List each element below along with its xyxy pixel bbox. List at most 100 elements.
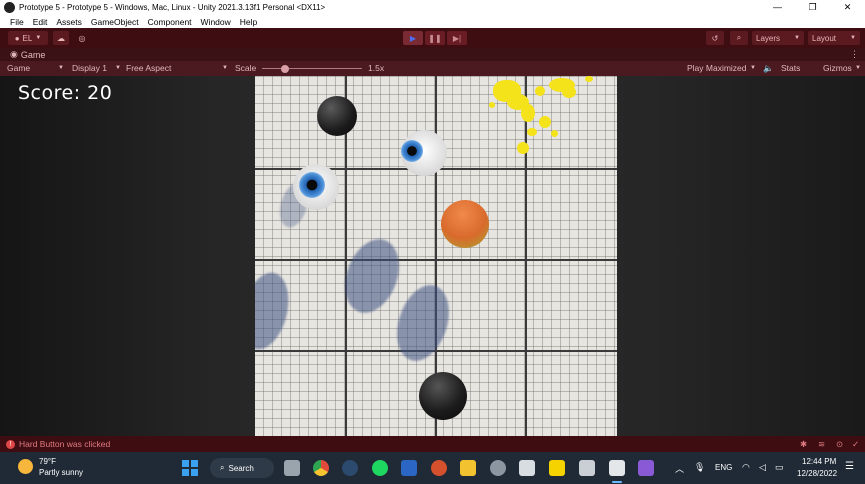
unity-editor-icon[interactable] — [609, 460, 625, 476]
start-button[interactable] — [182, 460, 198, 476]
file-explorer-icon[interactable] — [460, 460, 476, 476]
menu-assets[interactable]: Assets — [56, 17, 82, 27]
ball-shadow — [255, 267, 296, 355]
visual-studio-icon[interactable] — [638, 460, 654, 476]
eyeball-target — [293, 164, 339, 210]
menu-file[interactable]: File — [10, 17, 24, 27]
chrome-icon[interactable] — [313, 460, 329, 476]
info-icon: ! — [6, 439, 15, 449]
wifi-icon[interactable]: ◠ — [742, 462, 750, 473]
menu-edit[interactable]: Edit — [33, 17, 48, 27]
orange-ball — [441, 200, 489, 248]
play-maximized-dropdown[interactable]: Play Maximized — [687, 63, 747, 73]
account-dropdown[interactable]: ● EL ▼ — [8, 31, 48, 45]
notification-icon[interactable]: ✓ — [852, 439, 859, 450]
progress-icon[interactable]: ⊙ — [836, 439, 843, 450]
weather-desc: Partly sunny — [39, 468, 84, 477]
chevron-down-icon: ▼ — [115, 65, 121, 71]
search-label: Search — [228, 463, 254, 473]
spotify-icon[interactable] — [372, 460, 388, 476]
bug-icon[interactable]: ✱ — [800, 439, 807, 450]
mute-audio-icon[interactable]: 🔈 — [763, 63, 774, 74]
chevron-up-icon[interactable]: ︿ — [675, 462, 684, 475]
windows-logo-icon — [182, 460, 189, 467]
game-tab[interactable]: ◉ Game ⋮ — [0, 48, 865, 61]
console-status-bar[interactable]: ! Hard Button was clicked ✱ ≋ ⊙ ✓ — [0, 436, 865, 452]
powerpoint-icon[interactable] — [431, 460, 447, 476]
menu-component[interactable]: Component — [148, 17, 192, 27]
aspect-dropdown[interactable]: Free Aspect — [126, 63, 171, 73]
game-board[interactable] — [255, 76, 617, 436]
unity-hub-icon[interactable] — [579, 460, 595, 476]
weather-widget[interactable]: 79°F Partly sunny — [18, 457, 108, 479]
clock-date[interactable]: 12/28/2022 — [797, 469, 837, 478]
menu-bar: File Edit Assets GameObject Component Wi… — [0, 15, 865, 28]
main-toolbar: ● EL ▼ ☁ ◎ ▶ ❚❚ ▶| ↺ ⌕ Layers ▼ Layout ▼ — [0, 28, 865, 48]
menu-help[interactable]: Help — [240, 17, 257, 27]
score-label: Score: 20 — [18, 82, 113, 104]
account-label: EL — [22, 33, 33, 43]
collab-button[interactable]: ◎ — [74, 31, 90, 45]
search-icon: ⌕ — [736, 33, 742, 42]
minimize-button[interactable]: — — [760, 0, 795, 15]
window-titlebar: Prototype 5 - Prototype 5 - Windows, Mac… — [0, 0, 865, 15]
black-bomb-ball — [317, 96, 357, 136]
menu-window[interactable]: Window — [201, 17, 231, 27]
chevron-down-icon: ▼ — [58, 65, 64, 71]
cloud-button[interactable]: ☁ — [53, 31, 69, 45]
scale-slider-track[interactable] — [262, 68, 362, 69]
scale-slider-handle[interactable] — [281, 65, 289, 73]
eyeball-target — [401, 130, 447, 176]
chevron-down-icon: ▼ — [750, 65, 756, 71]
language-indicator[interactable]: ENG — [715, 463, 732, 472]
yellow-splatter — [487, 76, 597, 166]
window-controls: — ❐ ✕ — [760, 0, 865, 15]
microphone-icon[interactable]: 🎙 — [694, 462, 705, 473]
search-button[interactable]: ⌕ — [730, 31, 748, 45]
black-bomb-ball — [419, 372, 467, 420]
display-dropdown[interactable]: Display 1 — [72, 63, 107, 73]
game-view-toolbar: Game ▼ Display 1 ▼ Free Aspect ▼ Scale 1… — [0, 61, 865, 76]
history-button[interactable]: ↺ — [706, 31, 724, 45]
steam-icon[interactable] — [342, 460, 358, 476]
active-app-indicator — [612, 481, 622, 483]
unity-logo-icon — [4, 2, 15, 13]
play-icon: ▶ — [409, 33, 417, 43]
stats-toggle[interactable]: Stats — [781, 63, 800, 73]
step-button[interactable]: ▶| — [447, 31, 467, 45]
disk-icon[interactable] — [490, 460, 506, 476]
layout-dropdown[interactable]: Layout ▼ — [808, 31, 860, 45]
collab-icon: ◎ — [78, 33, 86, 43]
taskbar-search[interactable]: ⌕ Search — [210, 458, 274, 478]
editor-icon[interactable] — [519, 460, 535, 476]
cloud-icon: ☁ — [57, 33, 65, 43]
step-icon: ▶| — [452, 33, 462, 43]
gizmos-dropdown[interactable]: Gizmos — [823, 63, 852, 73]
layers-status-icon[interactable]: ≋ — [818, 439, 825, 450]
word-icon[interactable] — [401, 460, 417, 476]
battery-icon[interactable]: ▭ — [775, 462, 784, 473]
maximize-button[interactable]: ❐ — [795, 0, 830, 15]
more-options-icon[interactable]: ⋮ — [850, 49, 859, 60]
menu-gameobject[interactable]: GameObject — [91, 17, 139, 27]
pause-button[interactable]: ❚❚ — [425, 31, 445, 45]
play-button[interactable]: ▶ — [403, 31, 423, 45]
ball-shadow — [335, 231, 409, 321]
weather-temp: 79°F — [39, 457, 56, 466]
pause-icon: ❚❚ — [428, 33, 442, 43]
sticky-notes-icon[interactable] — [549, 460, 565, 476]
chevron-down-icon: ▼ — [855, 65, 861, 71]
notification-bell-icon[interactable]: ☰ — [845, 461, 854, 472]
window-title: Prototype 5 - Prototype 5 - Windows, Mac… — [19, 3, 326, 12]
clock-time[interactable]: 12:44 PM — [802, 457, 836, 466]
layout-label: Layout — [812, 33, 837, 43]
game-mode-dropdown[interactable]: Game — [7, 63, 30, 73]
task-view-icon[interactable] — [284, 460, 300, 476]
close-button[interactable]: ✕ — [830, 0, 865, 15]
layers-dropdown[interactable]: Layers ▼ — [752, 31, 804, 45]
status-message: Hard Button was clicked — [19, 439, 111, 449]
search-icon: ⌕ — [220, 463, 225, 472]
sun-cloud-icon — [18, 459, 33, 474]
volume-icon[interactable]: ◁ — [759, 462, 766, 473]
chevron-down-icon: ▼ — [35, 35, 42, 41]
